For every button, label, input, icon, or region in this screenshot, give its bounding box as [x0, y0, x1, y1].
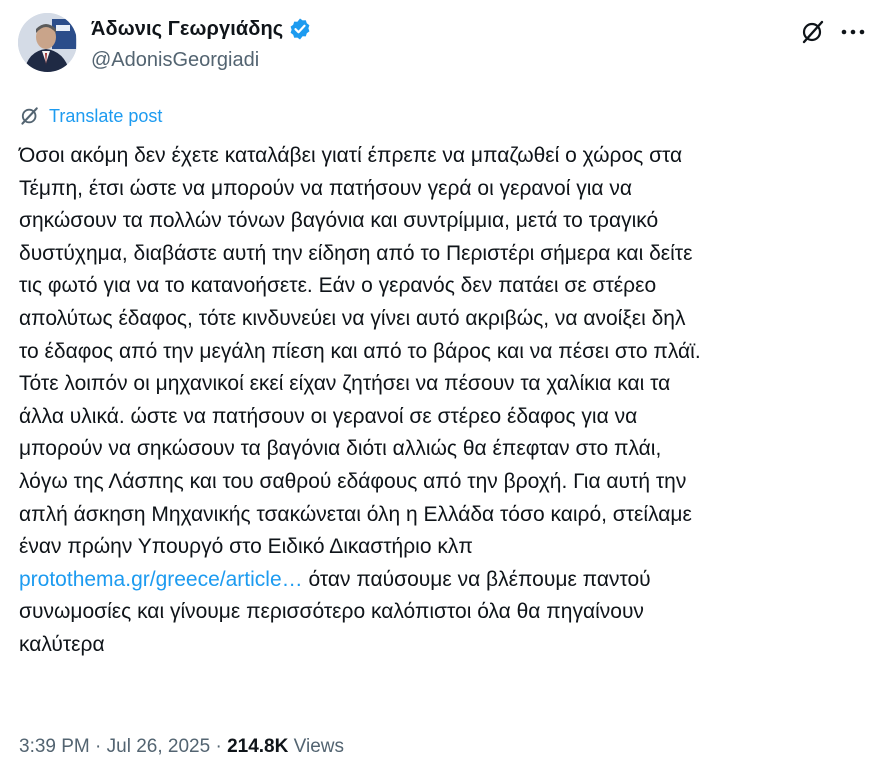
tweet-line: τις φωτό για να το κατανοήσετε. Εάν ο γε… [19, 274, 657, 298]
tweet-line: το έδαφος από την μεγάλη πίεση και από τ… [19, 339, 701, 363]
tweet-text: Όσοι ακόμη δεν έχετε καταλάβει γιατί έπρ… [19, 140, 859, 662]
tweet-line: δυστύχημα, διαβάστε αυτή την είδηση από … [19, 241, 693, 265]
tweet-line: Τέμπη, έτσι ώστε να μπορούν να πατήσουν … [19, 176, 632, 200]
views-label: Views [288, 736, 344, 757]
grok-icon [802, 20, 824, 44]
author-name-row: Άδωνις Γεωργιάδης [91, 17, 312, 41]
author-handle[interactable]: @AdonisGeorgiadi [91, 49, 259, 72]
tweet-line: συνωμοσίες και γίνουμε περισσότερο καλόπ… [19, 600, 644, 624]
tweet-line: Τότε λοιπόν οι μηχανικοί εκεί είχαν ζητή… [19, 372, 671, 396]
more-options-icon [841, 29, 865, 35]
article-link[interactable]: protothema.gr/greece/article… [19, 568, 303, 591]
translate-post-button[interactable]: Translate post [19, 105, 162, 127]
tweet-line: απολύτως έδαφος, τότε κινδυνεύει να γίνε… [19, 306, 686, 330]
tweet-time[interactable]: 3:39 PM [19, 736, 90, 758]
tweet-line: άλλα υλικά. ώστε να πατήσουν οι γερανοί … [19, 404, 638, 428]
tweet-date[interactable]: Jul 26, 2025 [107, 736, 211, 758]
tweet-line: έναν πρώην Υπουργό στο Ειδικό Δικαστήριο… [19, 535, 473, 559]
tweet-line: σηκώσουν τα πολλών τόνων βαγόνια και συν… [19, 209, 659, 233]
views-count[interactable]: 214.8K [227, 736, 288, 758]
meta-separator: · [210, 736, 228, 757]
avatar[interactable] [18, 13, 77, 72]
tweet-meta: 3:39 PM · Jul 26, 2025 · 214.8K Views [19, 736, 344, 758]
translate-icon [21, 107, 38, 125]
tweet-line: απλή άσκηση Μηχανικής τσακώνεται όλη η Ε… [19, 502, 692, 526]
avatar-photo [18, 13, 77, 72]
grok-button[interactable] [800, 19, 826, 45]
tweet-line: μπορούν να σηκώσουν τα βαγόνια διότι αλλ… [19, 437, 662, 461]
more-options-button[interactable] [838, 19, 868, 45]
author-name[interactable]: Άδωνις Γεωργιάδης [91, 18, 283, 41]
tweet-line: καλύτερα [19, 632, 105, 656]
meta-separator: · [89, 736, 107, 757]
translate-post-label: Translate post [49, 105, 163, 126]
verified-badge-icon[interactable] [288, 17, 312, 41]
tweet-line: λόγω της Λάσπης και του σαθρού εδάφους α… [19, 469, 687, 493]
tweet-line: Όσοι ακόμη δεν έχετε καταλάβει γιατί έπρ… [19, 144, 683, 167]
tweet-line: όταν παύσουμε να βλέπουμε παντού [302, 567, 651, 591]
